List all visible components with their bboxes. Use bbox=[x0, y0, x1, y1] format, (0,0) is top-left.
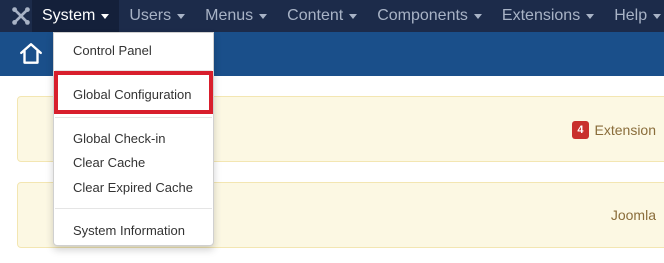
nav-extensions[interactable]: Extensions bbox=[492, 0, 604, 32]
nav-help-label: Help bbox=[614, 7, 648, 24]
update-count-badge: 4 bbox=[572, 121, 589, 139]
nav-help[interactable]: Help bbox=[604, 0, 664, 32]
menu-item-label: Control Panel bbox=[73, 42, 152, 58]
menu-divider bbox=[55, 117, 212, 118]
menu-item-label: System Information bbox=[73, 222, 185, 238]
menu-item-label: Clear Cache bbox=[73, 154, 146, 170]
nav-users-label: Users bbox=[129, 7, 172, 24]
chevron-down-icon bbox=[177, 13, 186, 19]
chevron-down-icon bbox=[586, 13, 595, 19]
menu-divider bbox=[55, 208, 212, 209]
chevron-down-icon bbox=[473, 13, 482, 19]
menu-item-system-information[interactable]: System Information bbox=[54, 218, 213, 242]
extensions-update-notice[interactable]: 4 Extension bbox=[572, 121, 656, 139]
chevron-down-icon bbox=[349, 13, 358, 19]
nav-content-label: Content bbox=[287, 7, 344, 24]
top-navbar: System Users Menus Content Components Ex… bbox=[0, 0, 664, 32]
menu-item-global-check-in[interactable]: Global Check-in bbox=[54, 126, 213, 150]
chevron-down-icon bbox=[101, 13, 110, 19]
nav-menus[interactable]: Menus bbox=[195, 0, 277, 32]
menu-item-clear-expired-cache[interactable]: Clear Expired Cache bbox=[54, 175, 213, 199]
joomla-notice-text[interactable]: Joomla bbox=[611, 207, 656, 223]
nav-system-label: System bbox=[42, 7, 96, 24]
chevron-down-icon bbox=[653, 13, 662, 19]
menu-item-control-panel[interactable]: Control Panel bbox=[54, 38, 213, 62]
nav-menus-label: Menus bbox=[205, 7, 254, 24]
chevron-down-icon bbox=[259, 13, 268, 19]
menu-item-label: Clear Expired Cache bbox=[73, 179, 193, 195]
nav-extensions-label: Extensions bbox=[501, 7, 581, 24]
nav-components[interactable]: Components bbox=[367, 0, 492, 32]
joomla-logo-icon[interactable] bbox=[10, 0, 32, 32]
nav-content[interactable]: Content bbox=[277, 0, 367, 32]
extensions-notice-text: Extension bbox=[594, 122, 656, 138]
nav-system[interactable]: System bbox=[32, 0, 120, 32]
menu-item-label: Global Check-in bbox=[73, 130, 166, 146]
nav-users[interactable]: Users bbox=[119, 0, 195, 32]
menu-item-clear-cache[interactable]: Clear Cache bbox=[54, 150, 213, 174]
nav-components-label: Components bbox=[377, 7, 468, 24]
system-dropdown-menu: Control Panel Global Configuration Globa… bbox=[53, 32, 214, 246]
highlight-box bbox=[54, 71, 213, 114]
